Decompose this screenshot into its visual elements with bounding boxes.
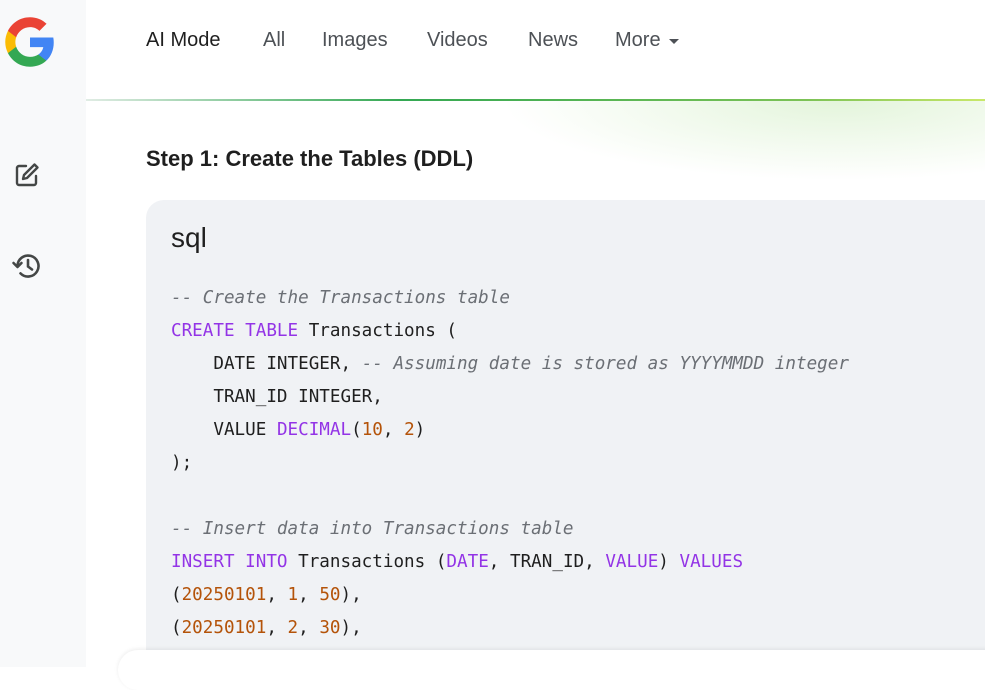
ask-input-bar[interactable] [118,650,985,690]
new-chat-icon [15,163,39,187]
tab-more-label: More [615,29,661,51]
code-content[interactable]: -- Create the Transactions table CREATE T… [171,282,849,645]
code-line: -- Create the Transactions table [171,288,510,308]
tab-news[interactable]: News [528,29,578,52]
code-line: INSERT INTO Transactions (DATE, TRAN_ID,… [171,552,744,572]
new-chat-button[interactable] [8,156,46,194]
caret-down-icon [668,39,679,44]
left-rail [0,0,86,667]
tab-ai-mode[interactable]: AI Mode [146,29,220,52]
code-line: TRAN_ID INTEGER, [213,387,383,407]
code-language-label: sql [171,222,207,253]
code-line: CREATE TABLE Transactions ( [171,321,458,341]
tab-videos[interactable]: Videos [427,29,488,52]
search-mode-tabs: AI Mode All Images Videos News More [86,0,985,99]
code-line: (20250101, 1, 50), [171,585,362,605]
tab-more[interactable]: More [615,29,679,52]
step-title: Step 1: Create the Tables (DDL) [146,146,474,171]
history-button[interactable] [8,247,46,285]
code-line: (20250101, 2, 30), [171,618,362,638]
code-block: sql -- Create the Transactions table CREA… [146,200,985,680]
code-line: VALUE DECIMAL(10, 2) [213,420,426,440]
history-icon [12,254,40,278]
header-glow [500,101,985,181]
tab-images[interactable]: Images [322,29,388,52]
google-logo[interactable] [3,15,57,69]
code-line: DATE INTEGER, -- Assuming date is stored… [213,354,849,374]
tab-all[interactable]: All [263,29,285,52]
code-line: -- Insert data into Transactions table [171,519,574,539]
code-line: ); [171,453,193,473]
